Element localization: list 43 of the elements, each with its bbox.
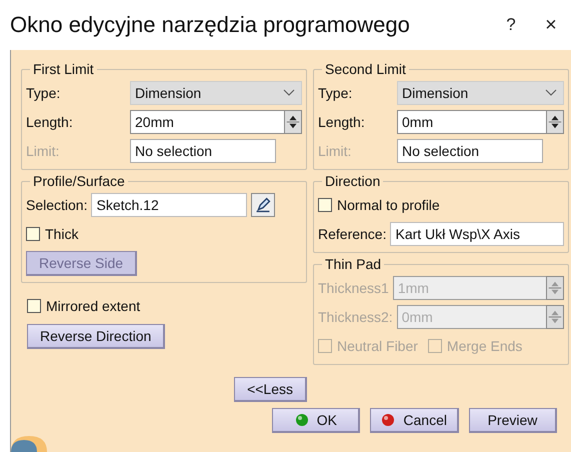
reverse-direction-button[interactable]: Reverse Direction [27, 324, 166, 349]
checkbox[interactable] [26, 227, 40, 241]
spin-arrows-icon[interactable] [546, 110, 564, 134]
reference-field[interactable]: Kart Ukł Wsp\X Axis [390, 222, 564, 246]
chevron-down-icon [545, 89, 557, 97]
status-dot-icon [381, 413, 396, 427]
group-title: Profile/Surface [32, 173, 126, 189]
selection-field[interactable]: Sketch.12 [91, 193, 248, 217]
group-title: Second Limit [324, 61, 407, 77]
close-button[interactable]: × [531, 14, 571, 36]
checkbox[interactable] [318, 198, 332, 212]
edit-sketch-icon[interactable] [251, 193, 276, 217]
field-label: Reference: [318, 226, 386, 242]
length-field[interactable]: 0mm [397, 110, 546, 134]
checkbox-option[interactable]: Thick [26, 222, 302, 246]
field-label: Selection: [26, 197, 88, 213]
group-title: Direction [324, 173, 382, 189]
field-label: Length: [26, 114, 74, 130]
chevron-down-icon [283, 89, 295, 97]
field-label: Thickness2: [318, 309, 393, 325]
field-label: Thickness1 [318, 280, 389, 296]
field-label: Length: [318, 114, 366, 130]
dialog-button[interactable]: OK [272, 408, 360, 433]
field-label: Type: [318, 85, 354, 101]
dialog-button[interactable]: Preview [469, 408, 557, 433]
group-title: First Limit [32, 61, 95, 77]
checkbox-option[interactable]: Normal to profile [318, 193, 564, 217]
status-dot-icon [294, 413, 309, 427]
checkbox-option[interactable]: Mirrored extent [27, 294, 140, 318]
spin-arrows-icon[interactable] [284, 110, 302, 134]
less-button[interactable]: <<Less [234, 377, 307, 402]
field-label: Type: [26, 85, 62, 101]
length-field[interactable]: 20mm [130, 110, 284, 134]
group-title: Thin Pad [324, 256, 382, 272]
window-title: Okno edycyjne narzędzia programowego [10, 12, 411, 38]
type-dropdown[interactable]: Dimension [130, 81, 302, 105]
checkbox[interactable] [27, 299, 41, 313]
help-button[interactable]: ? [491, 15, 531, 35]
dialog-button[interactable]: Cancel [370, 408, 459, 433]
logo-fragment-icon [11, 436, 47, 452]
type-dropdown[interactable]: Dimension [397, 81, 564, 105]
field-label: Limit: [318, 143, 352, 159]
field-label: Limit: [26, 143, 60, 159]
